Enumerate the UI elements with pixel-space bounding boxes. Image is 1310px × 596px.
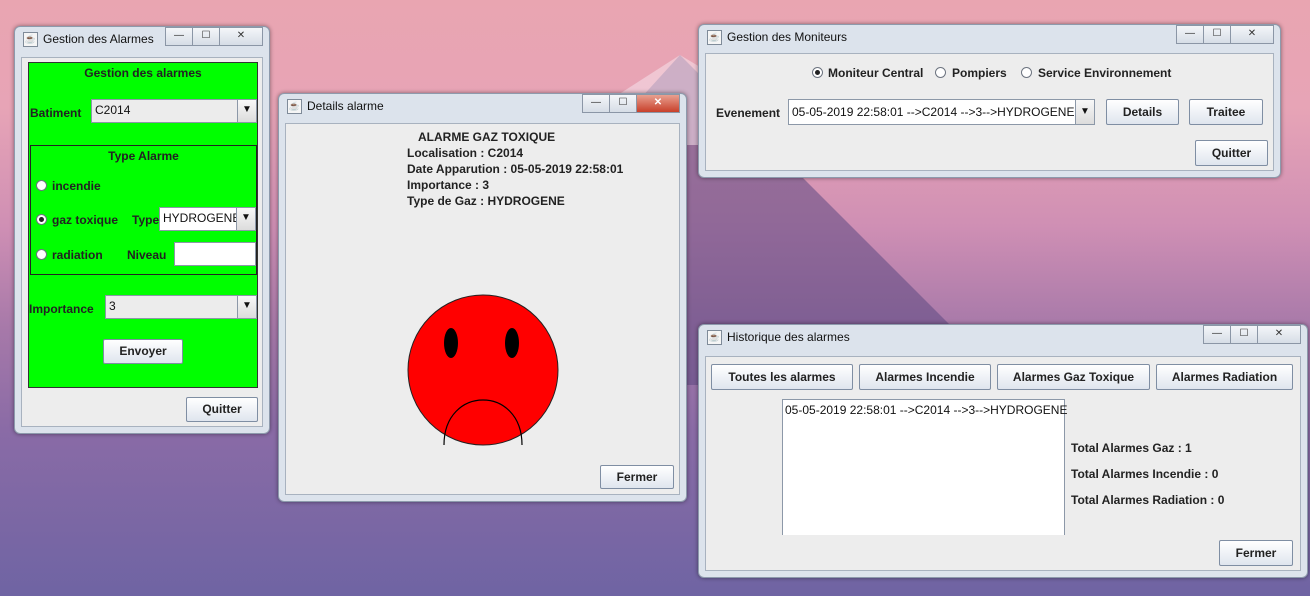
- titlebar[interactable]: ☕ Details alarme — ☐ ✕: [279, 94, 686, 118]
- java-app-icon: ☕: [287, 99, 302, 114]
- radio-incendie[interactable]: [36, 180, 47, 191]
- radio-radiation[interactable]: [36, 249, 47, 260]
- niveau-label: Niveau: [127, 248, 167, 262]
- radio-gaz-toxique-label[interactable]: gaz toxique: [52, 213, 118, 227]
- window-title: Gestion des Moniteurs: [727, 30, 848, 44]
- fermer-button[interactable]: Fermer: [600, 465, 674, 489]
- alarm-heading: ALARME GAZ TOXIQUE: [418, 130, 556, 144]
- titlebar[interactable]: ☕ Historique des alarmes — ☐ ✕: [699, 325, 1307, 349]
- window-gestion-moniteurs: ☕ Gestion des Moniteurs — ☐ ✕ Moniteur C…: [698, 24, 1281, 178]
- close-button[interactable]: ✕: [1257, 325, 1301, 344]
- window-title: Historique des alarmes: [727, 330, 850, 344]
- evenement-label: Evenement: [716, 106, 781, 120]
- java-app-icon: ☕: [707, 330, 722, 345]
- maximize-button[interactable]: ☐: [192, 27, 220, 46]
- window-title: Details alarme: [307, 99, 384, 113]
- envoyer-button[interactable]: Envoyer: [103, 339, 183, 364]
- maximize-button[interactable]: ☐: [1203, 25, 1231, 44]
- alarm-history-list[interactable]: 05-05-2019 22:58:01 -->C2014 -->3-->HYDR…: [782, 399, 1067, 535]
- batiment-select[interactable]: C2014 ▼: [91, 99, 257, 123]
- content-pane: Toutes les alarmes Alarmes Incendie Alar…: [705, 356, 1301, 571]
- niveau-input[interactable]: [174, 242, 256, 266]
- window-title: Gestion des Alarmes: [43, 32, 154, 46]
- minimize-button[interactable]: —: [582, 94, 610, 113]
- chevron-down-icon: ▼: [237, 100, 256, 122]
- close-button[interactable]: ✕: [636, 94, 680, 113]
- form-panel: Gestion des alarmes Batiment C2014 ▼ Type…: [28, 62, 258, 388]
- titlebar[interactable]: ☕ Gestion des Alarmes — ☐ ✕: [15, 27, 269, 51]
- alarmes-gaz-toxique-button[interactable]: Alarmes Gaz Toxique: [997, 364, 1150, 390]
- minimize-button[interactable]: —: [165, 27, 193, 46]
- type-alarme-header: Type Alarme: [108, 149, 179, 163]
- total-gaz-text: Total Alarmes Gaz : 1: [1071, 441, 1192, 455]
- traitee-button[interactable]: Traitee: [1189, 99, 1263, 125]
- fermer-button[interactable]: Fermer: [1219, 540, 1293, 566]
- radio-moniteur-central-label[interactable]: Moniteur Central: [828, 66, 923, 80]
- titlebar[interactable]: ☕ Gestion des Moniteurs — ☐ ✕: [699, 25, 1280, 49]
- content-pane: Moniteur Central Pompiers Service Enviro…: [705, 53, 1274, 171]
- window-gestion-alarmes: ☕ Gestion des Alarmes — ☐ ✕ Gestion des …: [14, 26, 270, 434]
- type-label: Type: [132, 213, 160, 227]
- quitter-button[interactable]: Quitter: [1195, 140, 1268, 166]
- maximize-button[interactable]: ☐: [609, 94, 637, 113]
- radio-service-environnement-label[interactable]: Service Environnement: [1038, 66, 1171, 80]
- total-incendie-text: Total Alarmes Incendie : 0: [1071, 467, 1219, 481]
- quitter-button[interactable]: Quitter: [186, 397, 258, 422]
- maximize-button[interactable]: ☐: [1230, 325, 1258, 344]
- minimize-button[interactable]: —: [1176, 25, 1204, 44]
- radio-service-environnement[interactable]: [1021, 67, 1032, 78]
- importance-label: Importance: [29, 302, 94, 316]
- localisation-text: Localisation : C2014: [407, 146, 524, 160]
- alarmes-incendie-button[interactable]: Alarmes Incendie: [859, 364, 991, 390]
- importance-select[interactable]: 3 ▼: [105, 295, 257, 319]
- list-item[interactable]: 05-05-2019 22:58:01 -->C2014 -->3-->HYDR…: [785, 403, 1067, 417]
- chevron-down-icon: ▼: [237, 296, 256, 318]
- java-app-icon: ☕: [23, 32, 38, 47]
- importance-text: Importance : 3: [407, 178, 490, 192]
- radio-pompiers-label[interactable]: Pompiers: [952, 66, 1007, 80]
- details-button[interactable]: Details: [1106, 99, 1179, 125]
- radio-radiation-label[interactable]: radiation: [52, 248, 103, 262]
- total-radiation-text: Total Alarmes Radiation : 0: [1071, 493, 1225, 507]
- type-alarme-panel: Type Alarme incendie gaz toxique Type HY…: [30, 145, 257, 275]
- type-gaz-text: Type de Gaz : HYDROGENE: [407, 194, 565, 208]
- close-button[interactable]: ✕: [1230, 25, 1274, 44]
- minimize-button[interactable]: —: [1203, 325, 1231, 344]
- content-pane: Gestion des alarmes Batiment C2014 ▼ Type…: [21, 57, 263, 427]
- close-button[interactable]: ✕: [219, 27, 263, 46]
- panel-header: Gestion des alarmes: [84, 66, 202, 80]
- radio-moniteur-central[interactable]: [812, 67, 823, 78]
- evenement-select[interactable]: 05-05-2019 22:58:01 -->C2014 -->3-->HYDR…: [788, 99, 1095, 125]
- chevron-down-icon: ▼: [1075, 100, 1094, 124]
- window-historique-alarmes: ☕ Historique des alarmes — ☐ ✕ Toutes le…: [698, 324, 1308, 578]
- chevron-down-icon: ▼: [236, 208, 255, 230]
- toutes-alarmes-button[interactable]: Toutes les alarmes: [711, 364, 853, 390]
- radio-incendie-label[interactable]: incendie: [52, 179, 101, 193]
- radio-gaz-toxique[interactable]: [36, 214, 47, 225]
- sad-face-icon: [407, 294, 559, 446]
- type-gaz-select[interactable]: HYDROGENE ▼: [159, 207, 256, 231]
- alarmes-radiation-button[interactable]: Alarmes Radiation: [1156, 364, 1293, 390]
- date-apparution-text: Date Apparution : 05-05-2019 22:58:01: [407, 162, 624, 176]
- window-details-alarme: ☕ Details alarme — ☐ ✕ ALARME GAZ TOXIQU…: [278, 93, 687, 502]
- batiment-label: Batiment: [30, 106, 82, 120]
- content-pane: ALARME GAZ TOXIQUE Localisation : C2014 …: [285, 123, 680, 495]
- java-app-icon: ☕: [707, 30, 722, 45]
- radio-pompiers[interactable]: [935, 67, 946, 78]
